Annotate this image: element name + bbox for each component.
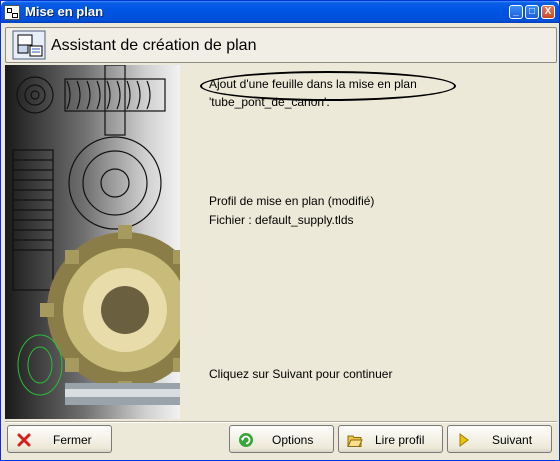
app-icon[interactable] bbox=[4, 5, 20, 20]
red-x-icon bbox=[17, 433, 31, 447]
yellow-arrow-icon bbox=[459, 433, 469, 447]
minimize-button[interactable]: _ bbox=[509, 5, 523, 19]
open-folder-icon bbox=[347, 435, 363, 447]
read-profile-button-label: Lire profil bbox=[375, 433, 425, 447]
file-line: Fichier : default_supply.tlds bbox=[209, 213, 354, 227]
window-title: Mise en plan bbox=[25, 4, 104, 19]
options-button[interactable]: Options bbox=[229, 425, 334, 453]
wizard-header: Assistant de création de plan bbox=[5, 27, 557, 63]
next-button[interactable]: Suivant bbox=[447, 425, 552, 453]
read-profile-button[interactable]: Lire profil bbox=[338, 425, 443, 453]
maximize-button[interactable]: □ bbox=[525, 5, 539, 19]
options-button-label: Options bbox=[272, 433, 314, 447]
close-window-button[interactable]: X bbox=[541, 5, 555, 19]
drawing-wizard-icon bbox=[12, 30, 46, 60]
gear-illustration-image bbox=[5, 65, 180, 419]
instruction-text: Cliquez sur Suivant pour continuer bbox=[209, 367, 393, 381]
close-button[interactable]: Fermer bbox=[7, 425, 112, 453]
next-button-label: Suivant bbox=[492, 433, 533, 447]
info-line-1: Ajout d'une feuille dans la mise en plan bbox=[209, 77, 417, 91]
footer-separator bbox=[5, 421, 557, 423]
wizard-window: Mise en plan _ □ X Assistant de création… bbox=[0, 0, 560, 461]
info-line-2: 'tube_pont_de_canon'. bbox=[209, 95, 330, 109]
wizard-content: Ajout d'une feuille dans la mise en plan… bbox=[5, 65, 557, 419]
green-refresh-icon bbox=[239, 433, 253, 447]
close-button-label: Fermer bbox=[53, 433, 92, 447]
wizard-title: Assistant de création de plan bbox=[51, 37, 257, 54]
title-bar[interactable]: Mise en plan _ □ X bbox=[1, 1, 559, 23]
profile-line: Profil de mise en plan (modifié) bbox=[209, 194, 375, 208]
